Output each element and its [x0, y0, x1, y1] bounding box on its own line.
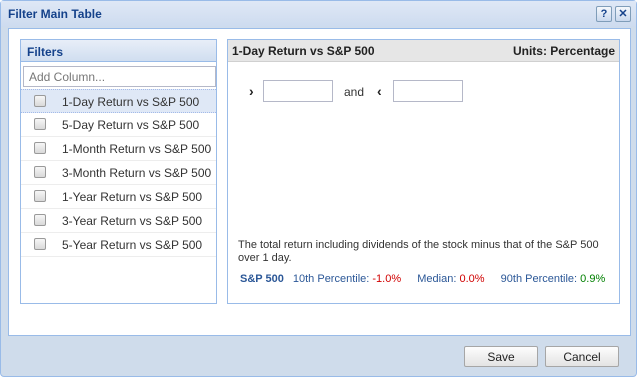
filters-header: Filters	[21, 40, 216, 62]
dialog-body: Filters 1-Day Return vs S&P 500 5-Day Ret…	[8, 28, 631, 336]
filters-panel: Filters 1-Day Return vs S&P 500 5-Day Ret…	[20, 39, 217, 304]
filter-row[interactable]: 3-Month Return vs S&P 500	[21, 161, 216, 185]
filter-checkbox[interactable]	[34, 166, 46, 178]
cancel-button[interactable]: Cancel	[545, 346, 619, 367]
filter-dialog: Filter Main Table ? ✕ Filters 1-Day Retu…	[0, 0, 637, 377]
benchmark-label: S&P 500	[240, 273, 284, 285]
filter-label: 3-Month Return vs S&P 500	[62, 166, 212, 180]
filter-checkbox[interactable]	[34, 95, 46, 107]
filter-row[interactable]: 1-Month Return vs S&P 500	[21, 137, 216, 161]
filter-description: The total return including dividends of …	[238, 239, 599, 264]
filter-label: 1-Year Return vs S&P 500	[62, 190, 203, 204]
filter-checkbox[interactable]	[34, 214, 46, 226]
filter-checkbox[interactable]	[34, 190, 46, 202]
filter-detail-panel: 1-Day Return vs S&P 500 Units: Percentag…	[227, 39, 620, 304]
min-value-input[interactable]	[263, 80, 333, 102]
filter-label: 1-Month Return vs S&P 500	[62, 142, 212, 156]
add-column-input[interactable]	[23, 66, 216, 87]
filter-label: 5-Day Return vs S&P 500	[62, 118, 200, 132]
filter-checkbox[interactable]	[34, 142, 46, 154]
filter-row[interactable]: 5-Day Return vs S&P 500	[21, 113, 216, 137]
stats-line: S&P 500 10th Percentile: -1.0% Median: 0…	[240, 273, 605, 285]
filter-row[interactable]: 1-Day Return vs S&P 500	[21, 89, 216, 113]
dialog-titlebar[interactable]: Filter Main Table ? ✕	[1, 1, 636, 27]
p10-label: 10th Percentile:	[292, 273, 370, 285]
filter-checkbox[interactable]	[34, 238, 46, 250]
dialog-title: Filter Main Table	[8, 7, 102, 21]
detail-header: 1-Day Return vs S&P 500 Units: Percentag…	[228, 40, 619, 62]
p90-value: 0.9%	[580, 273, 606, 285]
median-value: 0.0%	[459, 273, 485, 285]
filter-label: 3-Year Return vs S&P 500	[62, 214, 203, 228]
filter-checkbox[interactable]	[34, 118, 46, 130]
greater-than-icon: ›	[249, 83, 254, 99]
median-label: Median:	[417, 273, 457, 285]
save-button[interactable]: Save	[464, 346, 538, 367]
detail-units: Units: Percentage	[512, 44, 615, 58]
filter-row[interactable]: 3-Year Return vs S&P 500	[21, 209, 216, 233]
filter-row[interactable]: 1-Year Return vs S&P 500	[21, 185, 216, 209]
detail-title: 1-Day Return vs S&P 500	[232, 44, 375, 58]
filter-label: 1-Day Return vs S&P 500	[62, 95, 200, 109]
p10-value: -1.0%	[372, 273, 402, 285]
filter-list: 1-Day Return vs S&P 500 5-Day Return vs S…	[21, 89, 216, 257]
p90-label: 90th Percentile:	[500, 273, 578, 285]
max-value-input[interactable]	[393, 80, 463, 102]
less-than-icon: ‹	[377, 83, 382, 99]
help-icon[interactable]: ?	[596, 6, 612, 22]
filter-label: 5-Year Return vs S&P 500	[62, 238, 203, 252]
close-icon[interactable]: ✕	[615, 6, 631, 22]
filter-row[interactable]: 5-Year Return vs S&P 500	[21, 233, 216, 257]
and-label: and	[344, 85, 365, 99]
